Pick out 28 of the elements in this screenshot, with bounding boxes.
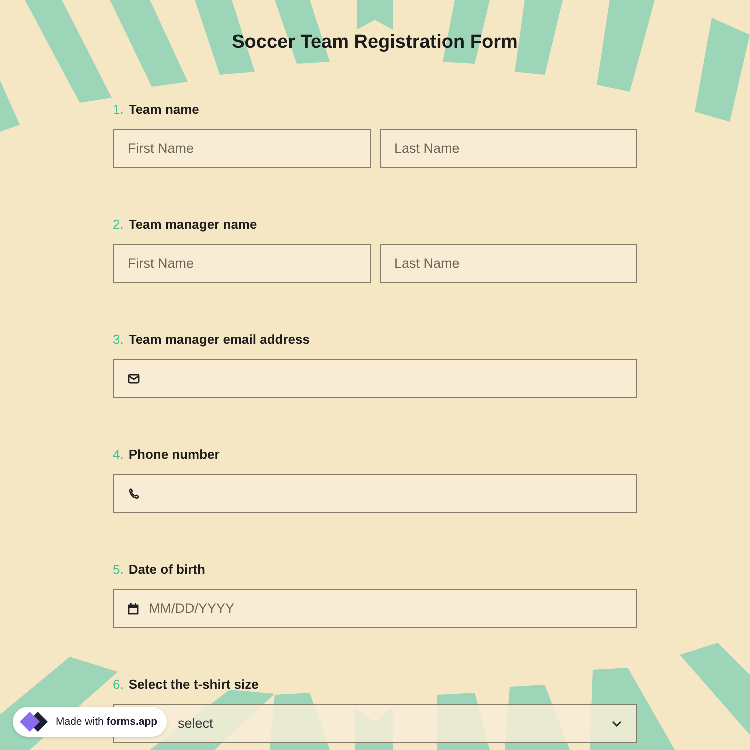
- question-label: Phone number: [128, 446, 220, 464]
- question-number: 6.: [113, 676, 124, 694]
- question-label: Team manager email address: [128, 331, 310, 349]
- email-field[interactable]: [113, 359, 637, 398]
- phone-icon: [128, 488, 140, 500]
- background-stripe: [0, 80, 20, 132]
- question-number: 5.: [113, 561, 124, 579]
- calendar-icon: [128, 602, 139, 614]
- name-field[interactable]: First Name: [113, 129, 370, 168]
- form-title: Soccer Team Registration Form: [231, 31, 519, 55]
- question-label: Team manager name: [128, 216, 258, 234]
- question-label: Date of birth: [128, 561, 206, 579]
- phone-field[interactable]: [113, 474, 637, 513]
- made-with-badge[interactable]: Made with forms.app: [13, 707, 167, 737]
- question-label: Team name: [128, 101, 200, 119]
- name-field[interactable]: Last Name: [380, 244, 637, 283]
- question-number: 4.: [113, 446, 124, 464]
- date-field[interactable]: MM/DD/YYYY: [113, 589, 637, 628]
- logo-icon: [20, 711, 50, 733]
- question-number: 1.: [113, 101, 124, 119]
- envelope-icon: [128, 374, 140, 384]
- question-number: 2.: [113, 216, 124, 234]
- chevron-down-icon: [612, 720, 622, 726]
- question-number: 3.: [113, 331, 124, 349]
- name-field[interactable]: Last Name: [380, 129, 637, 168]
- name-field[interactable]: First Name: [113, 244, 370, 283]
- question-label: Select the t-shirt size: [128, 676, 259, 694]
- background-stripe: [357, 0, 393, 30]
